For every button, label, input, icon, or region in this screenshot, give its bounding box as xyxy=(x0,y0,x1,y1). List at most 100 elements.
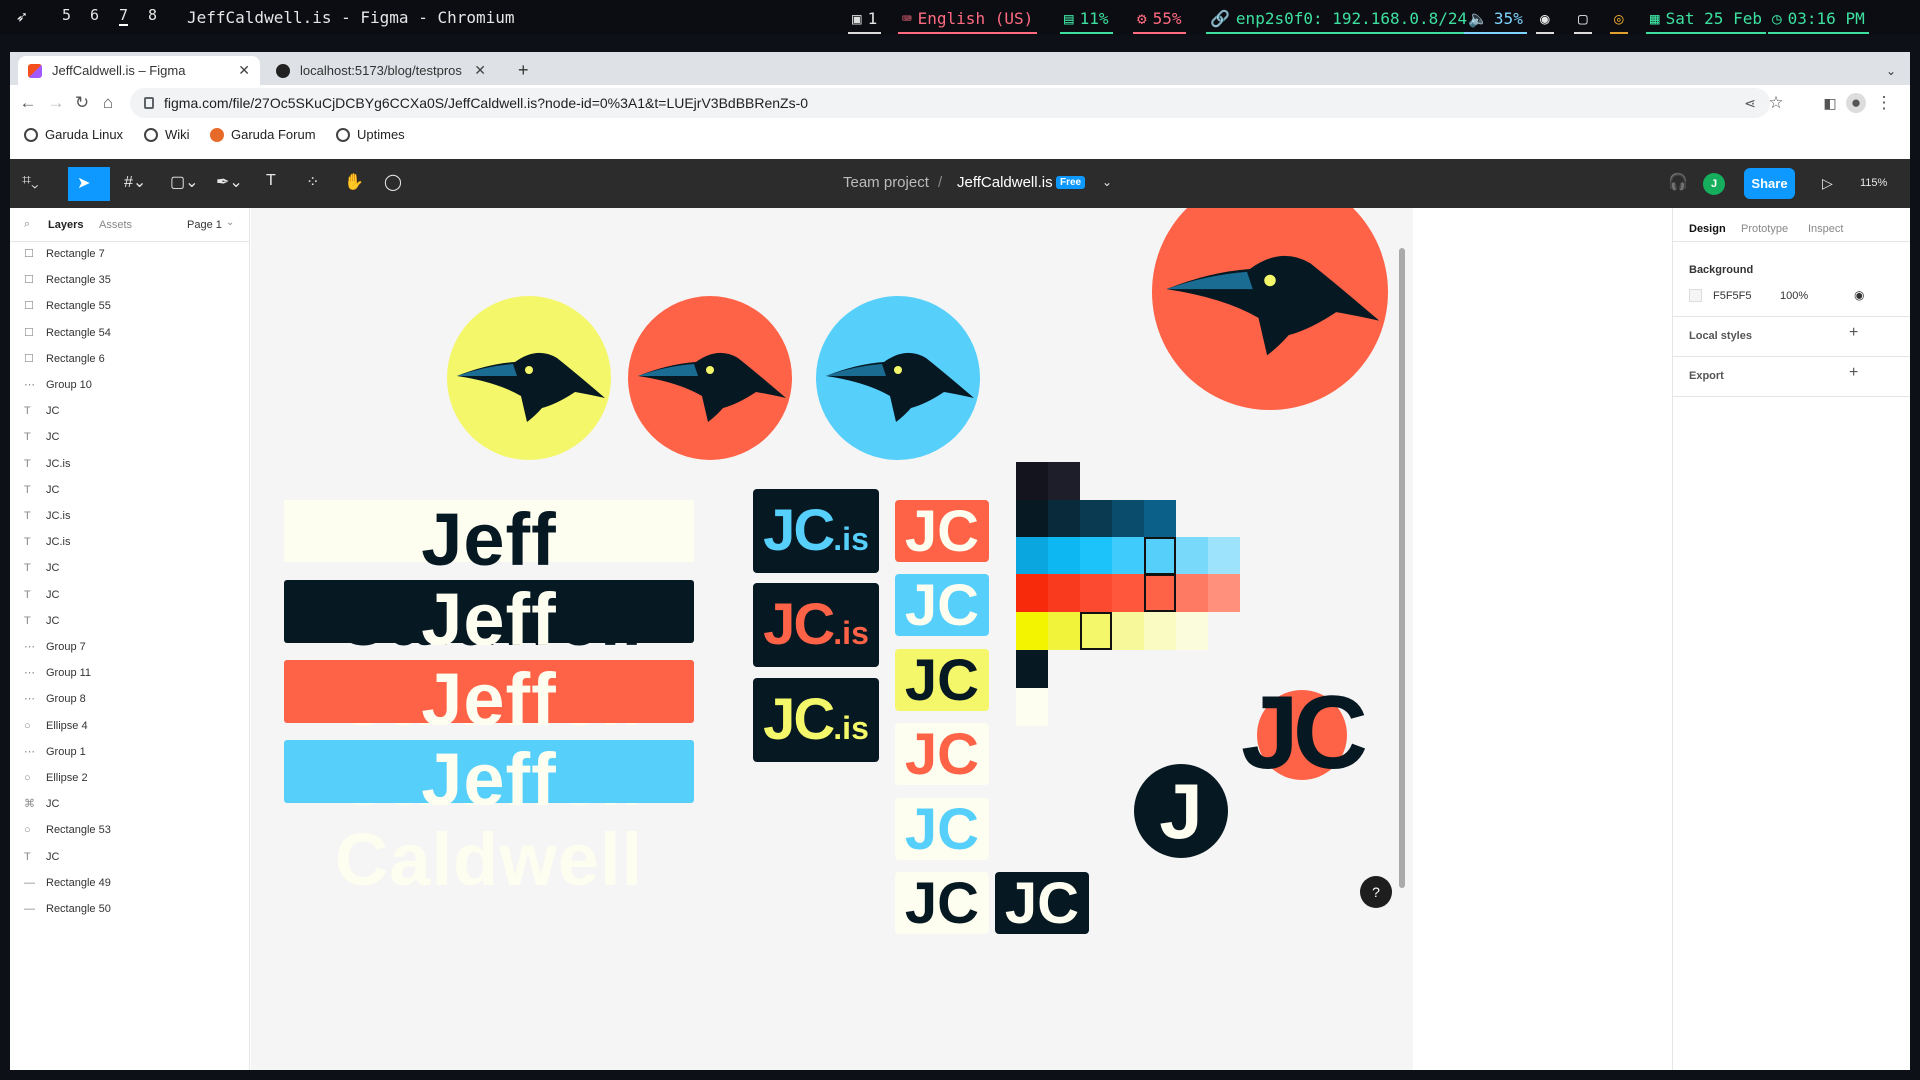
present-play-icon[interactable]: ▷ xyxy=(1822,175,1833,192)
home-icon[interactable]: ⌂ xyxy=(98,93,118,113)
swatch[interactable] xyxy=(1016,462,1048,500)
help-button[interactable]: ? xyxy=(1360,876,1392,908)
layer-row[interactable]: ☐ Rectangle 35 xyxy=(24,274,111,286)
chevron-down-icon[interactable]: ⌄ xyxy=(1102,175,1112,189)
jc-logo-yellow[interactable]: JC xyxy=(895,649,989,713)
tab-assets[interactable]: Assets xyxy=(99,219,132,231)
frame-tool-icon[interactable]: #⌄ xyxy=(124,172,146,192)
network-indicator[interactable]: 🔗 enp2s0f0: 192.168.0.8/24 xyxy=(1206,4,1472,34)
figma-menu-icon[interactable]: ⌗⌄ xyxy=(22,172,39,190)
close-tab-icon[interactable]: ✕ xyxy=(238,62,250,79)
zoom-control[interactable]: 115% xyxy=(1860,177,1887,189)
add-export-button[interactable]: + xyxy=(1849,364,1858,382)
layer-row[interactable]: T JC xyxy=(24,405,59,417)
swatch[interactable] xyxy=(1016,574,1048,612)
swatch[interactable] xyxy=(1080,537,1112,575)
sidepanel-icon[interactable]: ◧ xyxy=(1820,93,1840,113)
jc-logo-cream-sky[interactable]: JC xyxy=(895,798,989,862)
background-hex[interactable]: F5F5F5 xyxy=(1713,290,1752,302)
swatch[interactable] xyxy=(1176,612,1208,650)
move-tool-button[interactable]: ➤ xyxy=(68,167,110,201)
swatch[interactable] xyxy=(1048,462,1080,500)
tab-prototype[interactable]: Prototype xyxy=(1741,223,1788,235)
layer-row[interactable]: ⌘ JC xyxy=(24,798,59,810)
layer-row[interactable]: ⋯ Group 11 xyxy=(24,667,91,679)
layer-row[interactable]: T JC xyxy=(24,431,59,443)
eye-tray[interactable]: ◎ xyxy=(1610,4,1628,34)
swatch[interactable] xyxy=(1208,574,1240,612)
swatch[interactable] xyxy=(1016,688,1048,726)
forward-icon[interactable]: → xyxy=(46,93,66,113)
wordmark-sky[interactable]: Jeff Caldwell xyxy=(284,740,694,900)
bookmark-wiki[interactable]: Wiki xyxy=(144,127,190,142)
layer-row[interactable]: ☐ Rectangle 54 xyxy=(24,327,111,339)
cpu-indicator[interactable]: ▤ 11% xyxy=(1060,4,1113,34)
swatch-selected[interactable] xyxy=(1080,612,1112,650)
layer-row[interactable]: T JC.is xyxy=(24,458,70,470)
background-opacity[interactable]: 100% xyxy=(1780,290,1808,302)
search-icon[interactable]: ⌕ xyxy=(24,218,30,231)
swatch[interactable] xyxy=(1048,574,1080,612)
bookmark-uptimes[interactable]: Uptimes xyxy=(336,127,405,142)
swatch[interactable] xyxy=(1080,574,1112,612)
page-selector[interactable]: Page 1 xyxy=(187,219,222,231)
swatch[interactable] xyxy=(1112,500,1144,538)
workspace-8[interactable]: 8 xyxy=(148,6,157,24)
layer-row[interactable]: T JC xyxy=(24,484,59,496)
bookmark-garuda-linux[interactable]: Garuda Linux xyxy=(24,127,123,142)
layer-row[interactable]: T JC.is xyxy=(24,510,70,522)
pen-tool-icon[interactable]: ✒⌄ xyxy=(216,172,243,192)
resources-icon[interactable]: ⁘ xyxy=(306,172,319,192)
j-circle-logo[interactable]: J xyxy=(1134,764,1228,858)
jcis-logo-sky[interactable]: JC.is xyxy=(753,489,879,573)
bookmark-garuda-forum[interactable]: Garuda Forum xyxy=(210,127,316,142)
jcis-logo-coral[interactable]: JC.is xyxy=(753,583,879,667)
layer-row[interactable]: — Rectangle 49 xyxy=(24,877,111,889)
swatch[interactable] xyxy=(1048,500,1080,538)
tab-inspect[interactable]: Inspect xyxy=(1808,223,1843,235)
shape-tool-icon[interactable]: ▢⌄ xyxy=(170,172,199,192)
layer-row[interactable]: ☐ Rectangle 7 xyxy=(24,248,105,260)
clock-indicator[interactable]: ◷ 03:16 PM xyxy=(1768,4,1869,34)
layer-row[interactable]: T JC xyxy=(24,562,59,574)
crow-logo-large[interactable] xyxy=(1152,208,1388,410)
swatch[interactable] xyxy=(1016,612,1048,650)
share-page-icon[interactable]: ⋖ xyxy=(1740,93,1760,113)
crow-logo-coral[interactable] xyxy=(628,296,792,460)
avatar[interactable]: J xyxy=(1703,173,1725,195)
background-color-swatch[interactable] xyxy=(1689,289,1702,302)
swatch[interactable] xyxy=(1016,650,1048,688)
layer-row[interactable]: ⋯ Group 10 xyxy=(24,379,92,391)
workspace-6[interactable]: 6 xyxy=(90,6,99,24)
jc-logo-navy[interactable]: JC xyxy=(995,872,1089,936)
memory-indicator[interactable]: ⚙ 55% xyxy=(1133,4,1186,34)
layer-row[interactable]: — Rectangle 50 xyxy=(24,903,111,915)
tab-figma[interactable]: JeffCaldwell.is – Figma ✕ xyxy=(18,56,260,85)
new-tab-button[interactable]: + xyxy=(508,56,539,85)
layer-row[interactable]: ⋯ Group 7 xyxy=(24,641,86,653)
comment-tool-icon[interactable]: ◯ xyxy=(384,172,402,192)
jc-logo-cream-navy[interactable]: JC xyxy=(895,872,989,936)
share-button[interactable]: Share xyxy=(1744,168,1795,199)
layer-row[interactable]: T JC xyxy=(24,615,59,627)
menu-icon[interactable]: ⋮ xyxy=(1874,93,1894,113)
swatch[interactable] xyxy=(1176,574,1208,612)
workspace-5[interactable]: 5 xyxy=(62,6,71,24)
swatch[interactable] xyxy=(1112,574,1144,612)
swatch-selected[interactable] xyxy=(1144,537,1176,575)
swatch[interactable] xyxy=(1080,500,1112,538)
swatch[interactable] xyxy=(1016,537,1048,575)
wordmark-cream[interactable]: Jeff Caldwell xyxy=(284,500,694,660)
jc-logo-coral[interactable]: JC xyxy=(895,500,989,564)
reload-icon[interactable]: ↻ xyxy=(72,93,92,113)
chevron-down-icon[interactable]: ⌄ xyxy=(226,217,234,228)
tab-search-icon[interactable]: ⌄ xyxy=(1876,56,1906,85)
text-tool-icon[interactable]: T xyxy=(266,172,276,190)
tray-indicator[interactable]: ▣ 1 xyxy=(848,4,882,34)
profile-icon[interactable]: ● xyxy=(1846,93,1866,113)
breadcrumb-project[interactable]: Team project xyxy=(843,174,929,191)
layer-row[interactable]: ○ Ellipse 2 xyxy=(24,772,88,784)
crow-logo-sky[interactable] xyxy=(816,296,980,460)
url-field[interactable]: figma.com/file/27Oc5SKuCjDCBYg6CCXa0S/Je… xyxy=(130,88,1770,118)
layer-row[interactable]: ○ Rectangle 53 xyxy=(24,824,111,836)
